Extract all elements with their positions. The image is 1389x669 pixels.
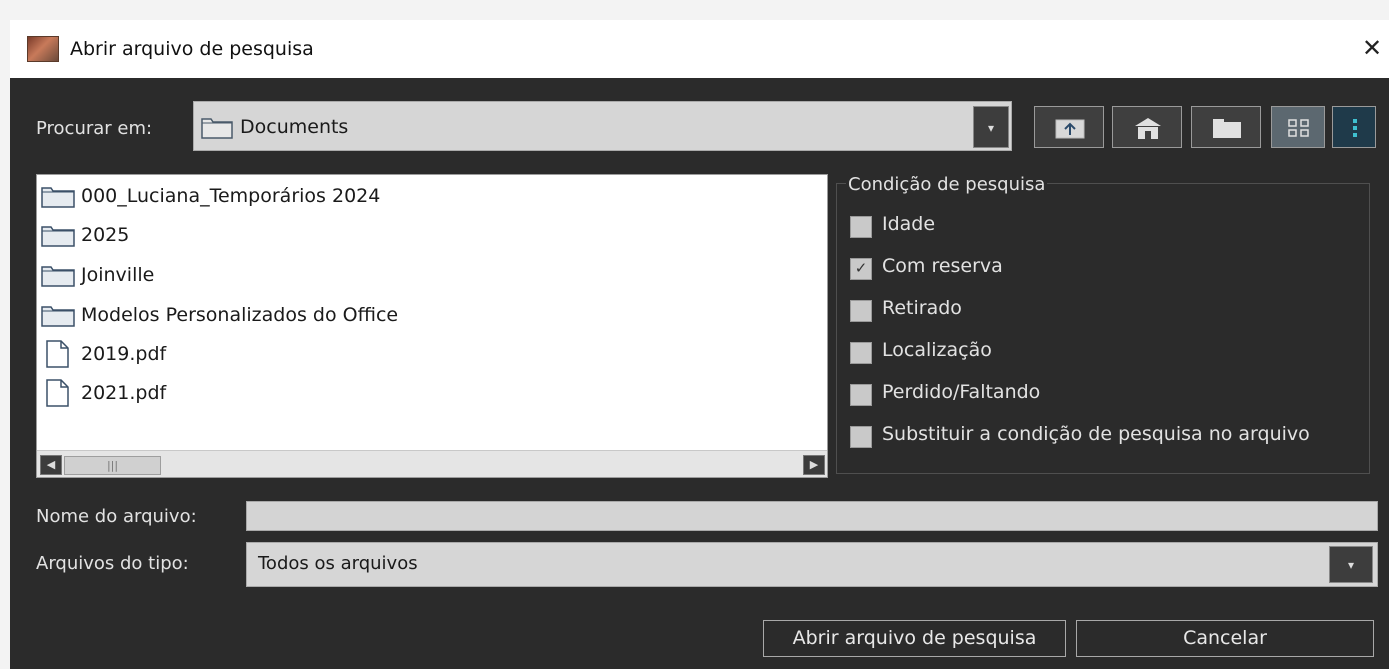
close-icon[interactable]: ✕ bbox=[1356, 32, 1388, 64]
scroll-left-icon[interactable]: ◀ bbox=[40, 455, 62, 475]
scroll-thumb[interactable]: ||| bbox=[64, 456, 161, 475]
file-name-input[interactable] bbox=[246, 501, 1378, 531]
checkbox-idade[interactable] bbox=[850, 216, 872, 238]
open-button[interactable]: Abrir arquivo de pesquisa bbox=[763, 620, 1066, 657]
app-icon bbox=[27, 36, 59, 62]
file-name: Modelos Personalizados do Office bbox=[81, 304, 399, 326]
file-name: 2019.pdf bbox=[81, 343, 167, 365]
list-view-button[interactable] bbox=[1271, 106, 1325, 148]
list-item-folder[interactable]: 000_Luciana_Temporários 2024 bbox=[41, 178, 380, 214]
list-item-folder[interactable]: Modelos Personalizados do Office bbox=[41, 297, 398, 333]
look-in-label: Procurar em: bbox=[36, 118, 153, 139]
file-name: 2021.pdf bbox=[81, 382, 167, 404]
list-item-folder[interactable]: 2025 bbox=[41, 217, 129, 253]
details-view-icon bbox=[1353, 119, 1357, 137]
file-name: 000_Luciana_Temporários 2024 bbox=[81, 185, 381, 207]
list-view-icon bbox=[1288, 119, 1309, 137]
folder-icon bbox=[41, 266, 75, 287]
file-icon bbox=[46, 340, 69, 368]
checkbox-label: Substituir a condição de pesquisa no arq… bbox=[882, 423, 1310, 445]
file-icon bbox=[46, 379, 69, 407]
file-type-chevron-down-icon[interactable]: ▾ bbox=[1329, 546, 1373, 583]
new-folder-button[interactable] bbox=[1191, 106, 1261, 148]
file-name: 2025 bbox=[81, 224, 130, 246]
up-folder-button[interactable] bbox=[1034, 106, 1104, 148]
list-item-file[interactable]: 2019.pdf bbox=[41, 336, 166, 372]
folder-icon bbox=[41, 187, 75, 208]
new-folder-icon bbox=[1213, 119, 1241, 138]
checkbox-label: Perdido/Faltando bbox=[882, 381, 1041, 403]
file-list[interactable]: 000_Luciana_Temporários 2024 2025 Joinvi… bbox=[36, 174, 828, 478]
file-name: Joinville bbox=[81, 264, 155, 286]
checkbox-label: Idade bbox=[882, 213, 936, 235]
checkbox-label: Localização bbox=[882, 339, 992, 361]
scroll-right-icon[interactable]: ▶ bbox=[803, 455, 825, 475]
folder-icon bbox=[41, 306, 75, 327]
folder-icon bbox=[201, 118, 233, 139]
details-view-button[interactable] bbox=[1332, 106, 1376, 148]
list-item-folder[interactable]: Joinville bbox=[41, 257, 154, 293]
folder-icon bbox=[41, 226, 75, 247]
checkbox-substituir-condicao[interactable] bbox=[850, 426, 872, 448]
checkbox-retirado[interactable] bbox=[850, 300, 872, 322]
search-condition-title: Condição de pesquisa bbox=[846, 174, 1048, 195]
look-in-value: Documents bbox=[240, 116, 349, 138]
home-button[interactable] bbox=[1112, 106, 1182, 148]
checkbox-localizacao[interactable] bbox=[850, 342, 872, 364]
checkbox-perdido-faltando[interactable] bbox=[850, 384, 872, 406]
home-icon bbox=[1135, 118, 1161, 139]
file-type-label: Arquivos do tipo: bbox=[36, 553, 189, 574]
file-type-value: Todos os arquivos bbox=[258, 553, 418, 574]
checkbox-label: Retirado bbox=[882, 297, 962, 319]
look-in-dropdown-chevron-icon[interactable]: ▾ bbox=[973, 106, 1009, 148]
checkbox-com-reserva[interactable]: ✓ bbox=[850, 258, 872, 280]
cancel-button[interactable]: Cancelar bbox=[1076, 620, 1374, 657]
up-folder-icon bbox=[1055, 119, 1085, 139]
file-name-label: Nome do arquivo: bbox=[36, 506, 197, 527]
list-item-file[interactable]: 2021.pdf bbox=[41, 375, 166, 411]
checkbox-label: Com reserva bbox=[882, 255, 1003, 277]
window-title: Abrir arquivo de pesquisa bbox=[70, 38, 314, 60]
